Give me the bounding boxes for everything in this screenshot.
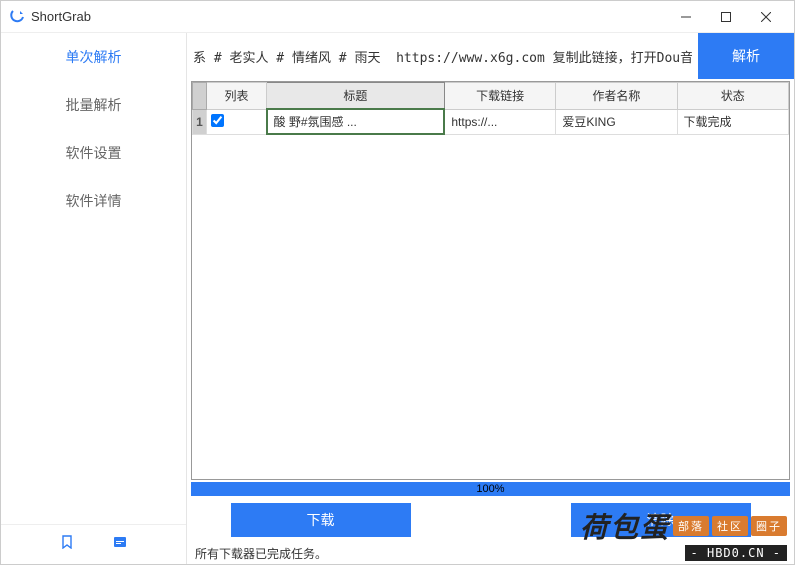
window-title: ShortGrab	[31, 9, 666, 24]
row-author: 爱豆KING	[556, 109, 677, 134]
sidebar-item-settings[interactable]: 软件设置	[1, 129, 186, 177]
sidebar-bottom	[1, 524, 186, 564]
sidebar-item-label: 软件设置	[66, 143, 122, 163]
row-checkbox[interactable]	[211, 114, 224, 127]
sidebar-item-label: 批量解析	[66, 95, 122, 115]
sidebar-item-single-parse[interactable]: 单次解析	[1, 33, 186, 81]
col-status[interactable]: 状态	[677, 83, 789, 110]
sidebar-item-label: 单次解析	[66, 47, 122, 67]
sidebar: 单次解析 批量解析 软件设置 软件详情	[1, 33, 187, 564]
row-title[interactable]: 酸 野#氛围感 ...	[267, 109, 445, 134]
titlebar: ShortGrab	[1, 1, 794, 33]
app-logo-icon	[9, 9, 25, 25]
main-panel: 解析 列表 标题 下载链接 作者名称 状态	[187, 33, 794, 564]
sidebar-item-batch-parse[interactable]: 批量解析	[1, 81, 186, 129]
row-checkbox-cell[interactable]	[207, 109, 267, 134]
url-input[interactable]	[187, 39, 698, 73]
progress-bar: 100%	[191, 482, 790, 496]
bookmark-icon[interactable]	[60, 535, 74, 554]
row-status: 下载完成	[677, 109, 789, 134]
clear-button[interactable]: 清除	[571, 503, 751, 537]
results-table: 列表 标题 下载链接 作者名称 状态 1	[191, 81, 790, 480]
status-text: 所有下载器已完成任务。	[195, 545, 327, 562]
row-number: 1	[193, 109, 207, 134]
col-list[interactable]: 列表	[207, 83, 267, 110]
progress-text: 100%	[476, 483, 504, 495]
close-button[interactable]	[746, 3, 786, 31]
parse-button[interactable]: 解析	[698, 33, 794, 79]
download-button[interactable]: 下载	[231, 503, 411, 537]
col-title[interactable]: 标题	[267, 83, 445, 110]
row-link[interactable]: https://...	[444, 109, 555, 134]
col-author[interactable]: 作者名称	[556, 83, 677, 110]
minimize-button[interactable]	[666, 3, 706, 31]
sidebar-item-label: 软件详情	[66, 191, 122, 211]
maximize-button[interactable]	[706, 3, 746, 31]
card-icon[interactable]	[113, 535, 127, 554]
table-row[interactable]: 1 酸 野#氛围感 ... https://... 爱豆KING 下载完成	[193, 109, 789, 134]
sidebar-item-about[interactable]: 软件详情	[1, 177, 186, 225]
status-bar: 所有下载器已完成任务。	[187, 542, 794, 564]
col-link[interactable]: 下载链接	[444, 83, 555, 110]
